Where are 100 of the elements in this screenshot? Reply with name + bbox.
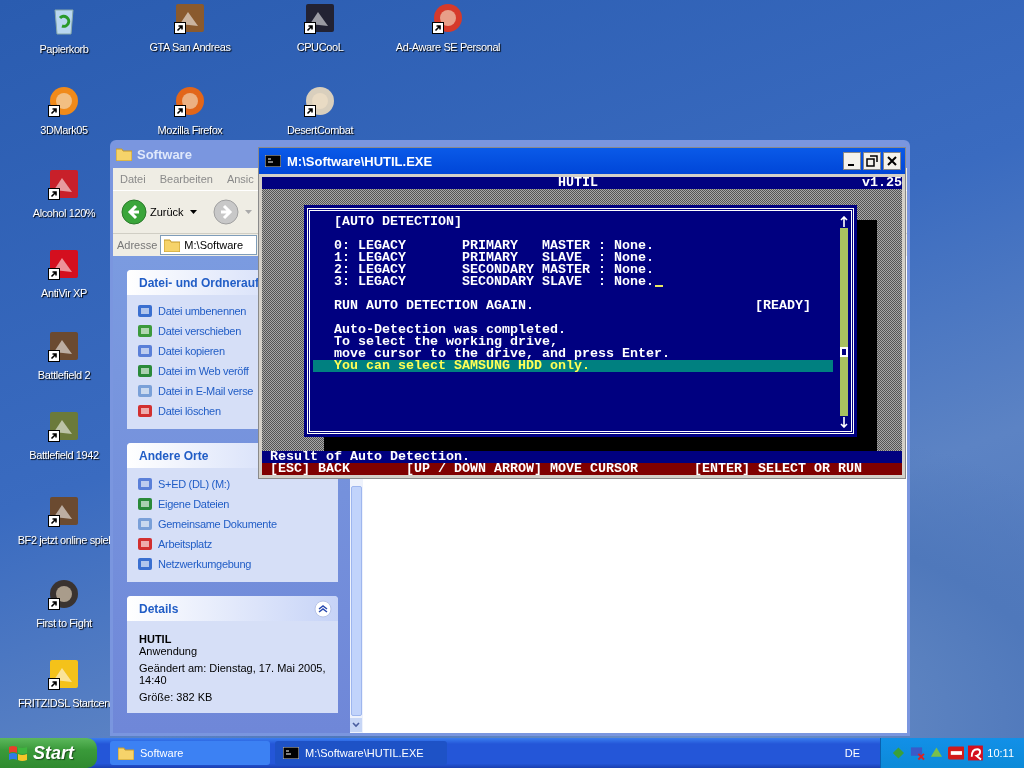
dropdown-caret-icon[interactable]: [189, 210, 197, 214]
round-app-icon[interactable]: [174, 85, 206, 117]
task-link[interactable]: Datei umbenennen: [158, 305, 247, 317]
ready-status: [READY]: [755, 300, 811, 312]
window-title: Software: [137, 146, 192, 162]
folder-icon: [164, 238, 181, 252]
task-link[interactable]: Eigene Dateien: [158, 498, 230, 510]
console-icon: [283, 747, 299, 759]
key-hint: [ENTER] SELECT OR RUN: [694, 463, 862, 475]
round-app-icon[interactable]: [432, 2, 464, 34]
address-label: Adresse: [117, 239, 158, 251]
task-link[interactable]: Datei im Web veröff: [158, 365, 249, 377]
panel-title[interactable]: Datei- und Ordnerauf: [139, 275, 259, 290]
task-icon: [137, 556, 153, 572]
panel-title[interactable]: Details: [139, 601, 179, 616]
task-icon: [137, 403, 153, 419]
console-icon: [265, 155, 281, 167]
task-icon: [137, 363, 153, 379]
task-link[interactable]: Datei in E-Mail verse: [158, 385, 254, 397]
key-hint: [UP / DOWN ARROW] MOVE CURSOR: [406, 463, 638, 475]
task-icon: [137, 516, 153, 532]
task-icon: [137, 343, 153, 359]
task-link[interactable]: Gemeinsame Dokumente: [158, 518, 277, 530]
minimize-button-icon[interactable]: [843, 152, 861, 170]
menu-item[interactable]: Datei: [120, 173, 146, 185]
drive-row[interactable]: 0: LEGACY PRIMARY MASTER : None.: [334, 240, 654, 252]
desktop-icon-label[interactable]: FRITZ!DSL Startcen: [18, 697, 110, 709]
file-name: HUTIL: [139, 633, 173, 645]
back-button[interactable]: Zurück: [121, 199, 184, 225]
app-tile-icon[interactable]: [48, 410, 80, 442]
message-line: move cursor to the drive, and press Enter.: [333, 348, 671, 360]
round-app-icon[interactable]: [48, 578, 80, 610]
scroll-down-icon[interactable]: [350, 718, 362, 732]
forward-button-icon[interactable]: [212, 199, 239, 225]
key-hint: [ESC] BACK: [270, 463, 350, 475]
panel-title[interactable]: Andere Orte: [139, 448, 209, 463]
drive-row[interactable]: 1: LEGACY PRIMARY SLAVE : None.: [334, 252, 654, 264]
desktop-icon-label[interactable]: Battlefield 1942: [29, 449, 99, 461]
language-indicator[interactable]: DE: [844, 747, 860, 759]
folder-icon: [118, 746, 134, 760]
task-link[interactable]: Datei verschieben: [158, 325, 241, 337]
clock: 10:11: [987, 747, 1015, 759]
desktop-icon-label[interactable]: Papierkorb: [39, 43, 89, 55]
round-app-icon[interactable]: [48, 85, 80, 117]
task-icon: [137, 476, 153, 492]
desktop-icon-label[interactable]: DesertCombat: [286, 124, 354, 136]
windows-flag-icon: [8, 744, 28, 762]
desktop-icon-label[interactable]: 3DMark05: [40, 124, 88, 136]
drive-row[interactable]: 3: LEGACY SECONDARY SLAVE : None.: [334, 276, 663, 288]
task-link[interactable]: Datei löschen: [158, 405, 221, 417]
task-link[interactable]: Datei kopieren: [158, 345, 225, 357]
app-tile-icon[interactable]: [174, 2, 206, 34]
task-icon: [137, 323, 153, 339]
rerun-option[interactable]: RUN AUTO DETECTION AGAIN.: [334, 300, 534, 312]
status-text: Result of Auto Detection.: [270, 449, 470, 464]
drive-row[interactable]: 2: LEGACY SECONDARY MASTER : None.: [334, 264, 654, 276]
dialog-title: [AUTO DETECTION]: [333, 216, 463, 228]
desktop-icon-label[interactable]: First to Fight: [36, 617, 92, 629]
task-icon: [137, 303, 153, 319]
message-line: To select the working drive,: [333, 336, 558, 348]
app-tile-icon[interactable]: [48, 248, 80, 280]
desktop-icon-label[interactable]: CPUCooL: [296, 41, 344, 53]
address-field[interactable]: M:\Software: [160, 235, 258, 255]
desktop-icon-label[interactable]: GTA San Andreas: [149, 41, 231, 53]
desktop-icon-label[interactable]: AntiVir XP: [41, 287, 87, 299]
taskbar-button[interactable]: M:\Software\HUTIL.EXE: [275, 741, 447, 765]
scrollbar[interactable]: [839, 216, 849, 428]
app-tile-icon[interactable]: [48, 495, 80, 527]
scrollbar-thumb[interactable]: [351, 486, 362, 716]
file-size: Größe: 382 KB: [139, 691, 214, 703]
file-modified: Geändert am: Dienstag, 17. Mai 2005, 14:40: [139, 662, 326, 686]
version-label: v1.25: [862, 177, 902, 189]
restore-button-icon[interactable]: [863, 152, 881, 170]
app-tile-icon[interactable]: [48, 658, 80, 690]
desktop-icon-label[interactable]: Battlefield 2: [37, 369, 91, 381]
collapse-icon[interactable]: [314, 599, 332, 618]
menu-item[interactable]: Ansic: [226, 173, 254, 185]
taskbar-button[interactable]: Software: [110, 741, 270, 765]
task-icon: [137, 496, 153, 512]
task-link[interactable]: S+ED (DL) (M:): [158, 478, 230, 490]
task-link[interactable]: Arbeitsplatz: [158, 538, 212, 550]
desktop-icon-label[interactable]: Mozilla Firefox: [157, 124, 223, 136]
file-type: Anwendung: [139, 645, 199, 657]
start-button[interactable]: Start: [0, 738, 97, 768]
app-title: HUTIL: [558, 177, 598, 189]
round-app-icon[interactable]: [304, 85, 336, 117]
app-tile-icon[interactable]: [48, 330, 80, 362]
desktop-icon-label[interactable]: BF2 jetzt online spiel: [17, 534, 111, 546]
app-tile-icon[interactable]: [304, 2, 336, 34]
desktop-icon-label[interactable]: Ad-Aware SE Personal: [395, 41, 501, 53]
desktop-icon-label[interactable]: Alcohol 120%: [32, 207, 96, 219]
task-icon: [137, 383, 153, 399]
menu-item[interactable]: Bearbeiten: [159, 173, 213, 185]
task-link[interactable]: Netzwerkumgebung: [158, 558, 252, 570]
close-button-icon[interactable]: [883, 152, 901, 170]
folder-icon: [116, 147, 132, 161]
message-line: Auto-Detection was completed.: [333, 324, 567, 336]
window-title: M:\Software\HUTIL.EXE: [287, 153, 433, 169]
task-icon: [137, 536, 153, 552]
app-tile-icon[interactable]: [48, 168, 80, 200]
